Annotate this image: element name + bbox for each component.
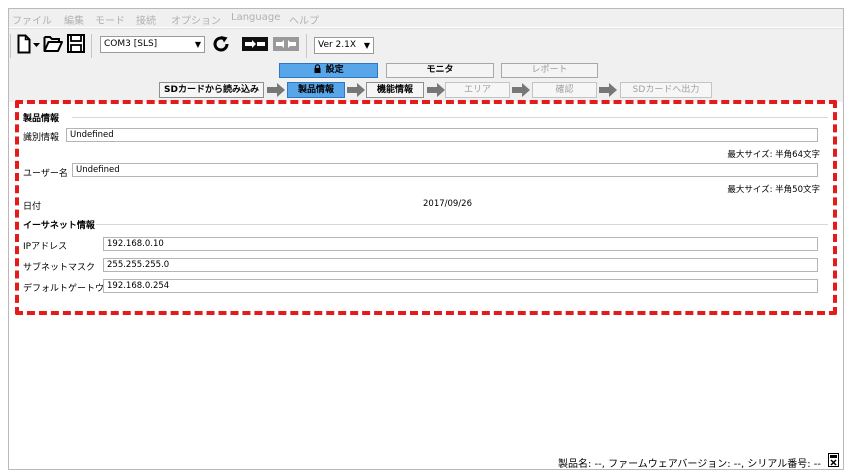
version-select[interactable]: Ver 2.1X ▼	[314, 37, 374, 54]
step-area-label: エリア	[463, 85, 491, 95]
tab-settings[interactable]: 設定	[279, 63, 378, 78]
step-function-info-label: 機能情報	[376, 85, 413, 95]
step-read-sd[interactable]: SDカードから読み込み	[159, 82, 264, 98]
disconnect-icon[interactable]	[273, 37, 299, 51]
port-select-value: COM3 [SLS]	[104, 39, 158, 49]
navigation-area: 設定 モニタ レポート SDカードから読み込み 製品情報 機能情報 エリア 確認…	[9, 62, 843, 102]
device-disconnected-icon	[828, 453, 839, 467]
step-area[interactable]: エリア	[445, 82, 510, 98]
menu-file[interactable]: ファイル	[12, 12, 52, 27]
tab-report[interactable]: レポート	[501, 63, 598, 78]
step-confirm[interactable]: 確認	[532, 82, 597, 98]
step-product-info-label: 製品情報	[297, 85, 334, 95]
step-write-sd-label: SDカードへ出力	[632, 85, 700, 95]
arrow-right-icon	[599, 83, 617, 97]
open-folder-icon[interactable]	[43, 35, 63, 53]
arrow-right-icon	[427, 83, 445, 97]
toolbar-separator	[91, 34, 92, 58]
highlight-annotation	[15, 100, 837, 315]
arrow-right-icon	[512, 83, 530, 97]
tab-monitor[interactable]: モニタ	[386, 63, 494, 78]
chevron-down-icon: ▼	[194, 40, 201, 49]
step-function-info[interactable]: 機能情報	[366, 82, 424, 98]
status-text: 製品名: --, ファームウェアバージョン: --, シリアル番号: --	[557, 459, 821, 470]
toolbar: COM3 [SLS] ▼ Ver 2.1X ▼	[9, 28, 843, 62]
step-write-sd[interactable]: SDカードへ出力	[620, 82, 712, 98]
menu-options[interactable]: オプション	[171, 12, 221, 27]
new-file-icon[interactable]	[17, 34, 31, 54]
menu-help[interactable]: ヘルプ	[289, 12, 319, 27]
arrow-right-icon	[267, 83, 285, 97]
save-icon[interactable]	[67, 34, 85, 53]
menu-language[interactable]: Language	[231, 12, 280, 23]
lock-icon	[314, 64, 321, 73]
step-product-info[interactable]: 製品情報	[287, 82, 345, 98]
connect-icon[interactable]	[242, 37, 268, 51]
toolbar-grip	[10, 34, 11, 58]
chevron-down-icon: ▼	[363, 41, 370, 50]
step-read-sd-label: SDカードから読み込み	[164, 85, 259, 95]
menu-connect[interactable]: 接続	[136, 12, 156, 27]
toolbar-separator	[306, 34, 307, 58]
refresh-icon[interactable]	[212, 35, 230, 53]
status-bar: 製品名: --, ファームウェアバージョン: --, シリアル番号: --	[9, 452, 843, 470]
step-confirm-label: 確認	[555, 85, 574, 95]
tab-settings-label: 設定	[325, 65, 344, 75]
version-select-value: Ver 2.1X	[318, 40, 357, 50]
dropdown-arrow-icon[interactable]	[33, 42, 40, 48]
menu-mode[interactable]: モード	[95, 12, 125, 27]
menu-bar: ファイル 編集 モード 接続 オプション Language ヘルプ	[9, 9, 843, 27]
port-select[interactable]: COM3 [SLS] ▼	[100, 36, 205, 53]
tab-monitor-label: モニタ	[426, 65, 454, 75]
menu-edit[interactable]: 編集	[64, 12, 84, 27]
tab-report-label: レポート	[531, 65, 568, 75]
arrow-right-icon	[347, 83, 365, 97]
